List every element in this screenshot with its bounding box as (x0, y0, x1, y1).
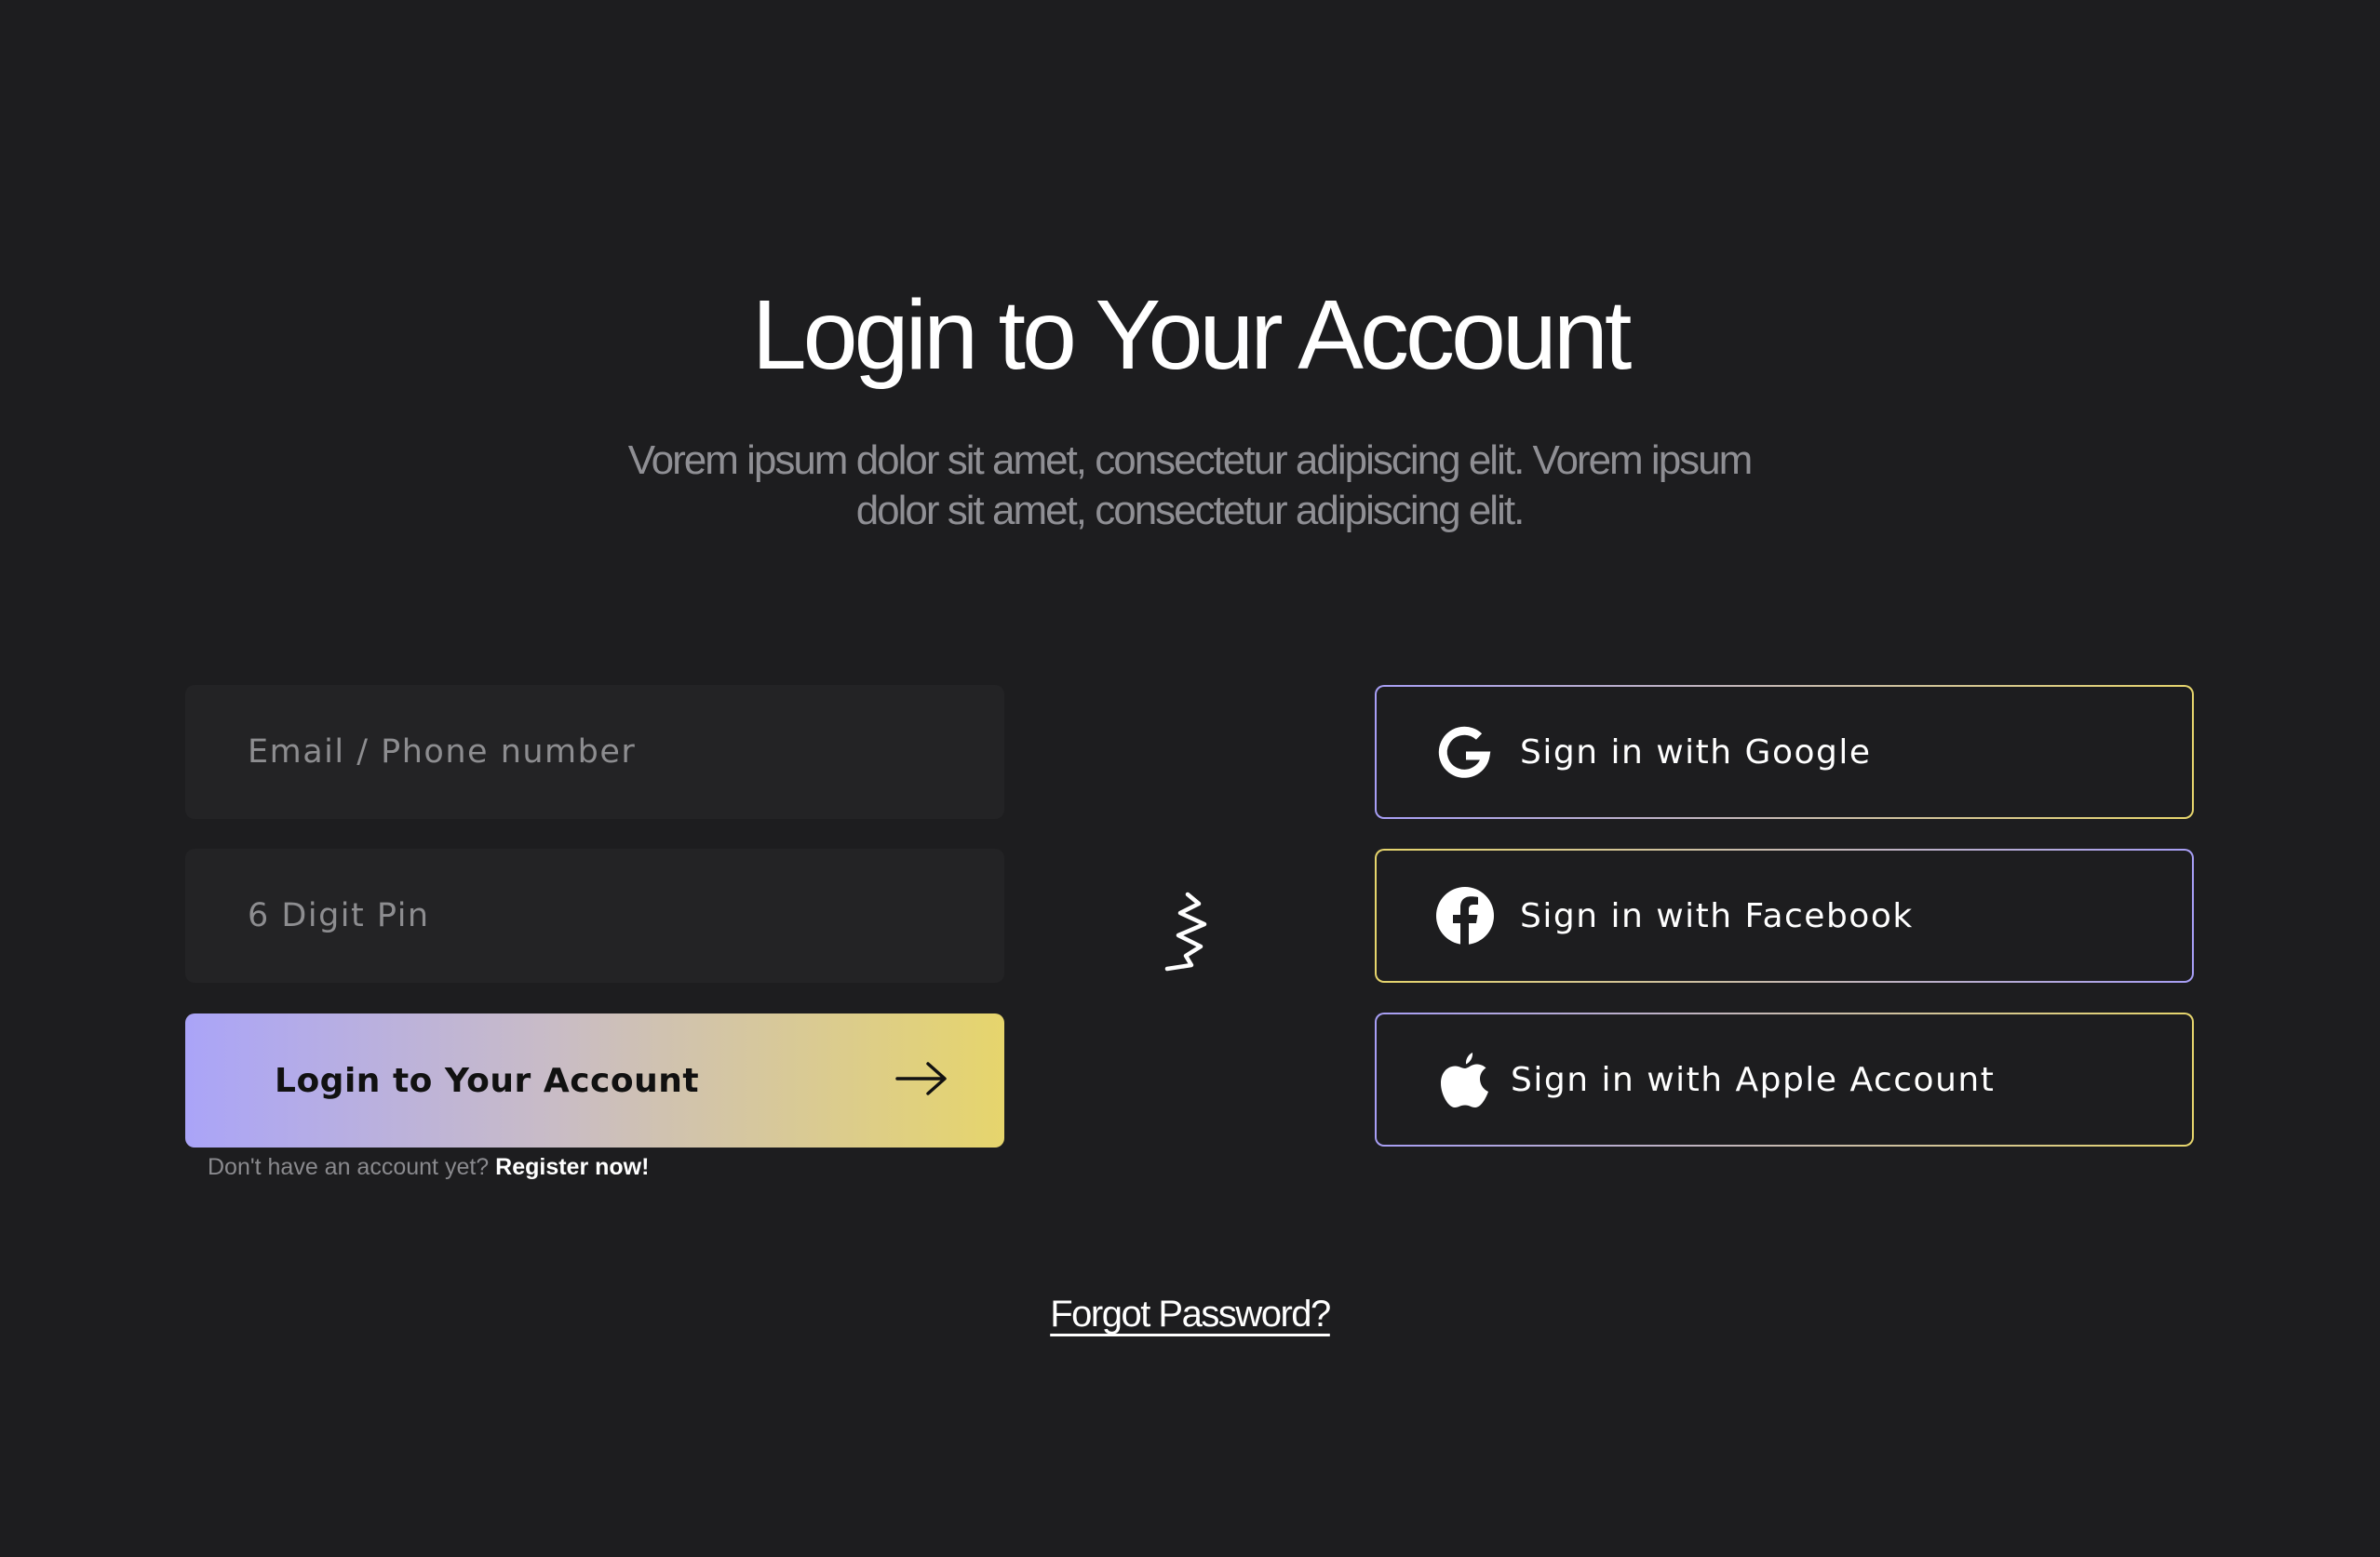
squiggle-icon (1164, 892, 1207, 972)
apple-signin-label: Sign in with Apple Account (1511, 1060, 1996, 1099)
register-prompt: Don't have an account yet? Register now! (208, 1154, 649, 1181)
google-signin-button[interactable]: Sign in with Google (1375, 685, 2194, 819)
login-button[interactable]: Login to Your Account (185, 1013, 1004, 1148)
apple-icon (1434, 1049, 1496, 1110)
forgot-password-link[interactable]: Forgot Password? (1050, 1294, 1331, 1335)
register-link[interactable]: Register now! (495, 1154, 649, 1180)
facebook-signin-button[interactable]: Sign in with Facebook (1375, 849, 2194, 983)
facebook-icon (1434, 885, 1496, 946)
forgot-password-container: Forgot Password? (0, 1294, 2380, 1336)
email-input[interactable] (246, 732, 1004, 772)
login-button-label: Login to Your Account (275, 1061, 700, 1100)
register-prompt-text: Don't have an account yet? (208, 1154, 490, 1180)
arrow-right-icon (894, 1060, 948, 1102)
apple-signin-button[interactable]: Sign in with Apple Account (1375, 1013, 2194, 1147)
email-field-container (185, 685, 1004, 819)
page-subtitle: Vorem ipsum dolor sit amet, consectetur … (627, 437, 1754, 533)
pin-field-container (185, 849, 1004, 983)
pin-input[interactable] (246, 896, 1004, 935)
page-title: Login to Your Account (751, 280, 1633, 390)
google-icon (1434, 721, 1496, 783)
facebook-signin-label: Sign in with Facebook (1520, 896, 1914, 935)
google-signin-label: Sign in with Google (1520, 732, 1872, 772)
